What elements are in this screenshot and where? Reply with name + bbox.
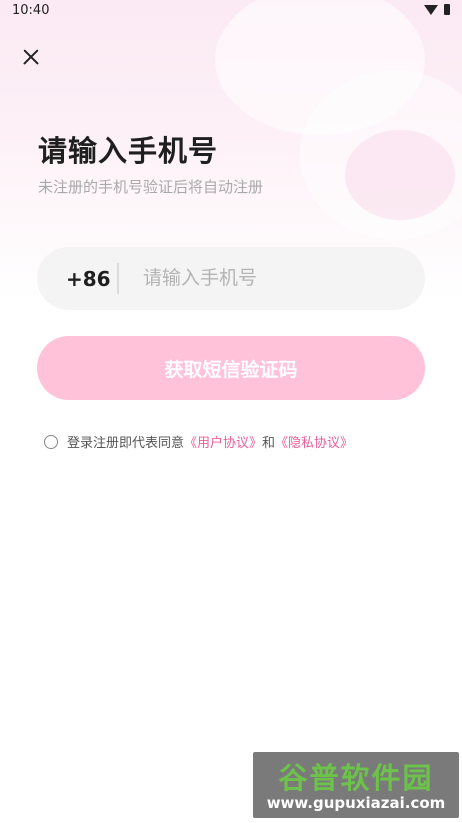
page-subtitle: 未注册的手机号验证后将自动注册 [38, 178, 264, 196]
watermark-url: www.gupuxiazai.com [266, 794, 446, 812]
status-icons [424, 4, 450, 15]
close-icon[interactable] [20, 46, 42, 68]
watermark-logo: 谷普软件园 www.gupuxiazai.com [253, 752, 459, 818]
status-bar: 10:40 [0, 0, 462, 24]
decorative-heart [345, 130, 455, 220]
privacy-policy-link[interactable]: 《隐私协议》 [275, 432, 353, 451]
watermark-title: 谷普软件园 [278, 761, 434, 795]
agreement-checkbox[interactable] [44, 434, 58, 449]
agreement-connector: 和 [262, 436, 276, 451]
country-code-selector[interactable]: +86 [66, 267, 111, 291]
get-sms-code-button[interactable]: 获取短信验证码 [37, 336, 425, 400]
status-time: 10:40 [12, 3, 50, 18]
phone-input-container[interactable]: +86 [37, 247, 425, 310]
agreement-text: 登录注册即代表同意 [67, 436, 185, 451]
page-title: 请输入手机号 [38, 134, 219, 168]
user-agreement-link[interactable]: 《用户协议》 [184, 432, 262, 451]
phone-number-input[interactable] [143, 255, 403, 301]
agreement-row: 登录注册即代表同意 《用户协议》 和 《隐私协议》 [44, 432, 353, 451]
divider [117, 263, 119, 294]
wifi-icon [424, 4, 438, 15]
battery-icon [444, 4, 450, 15]
